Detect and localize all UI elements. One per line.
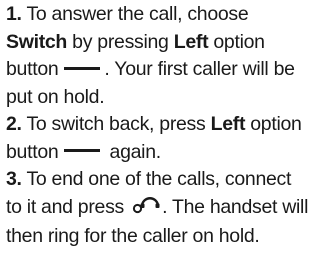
step-1-option: option: [213, 30, 265, 53]
step-2-number: 2.: [6, 113, 22, 135]
step-3-ring: then ring for the caller on hold.: [6, 225, 260, 247]
step-2-line-2: button again.: [6, 139, 334, 167]
step-1-number: 1.: [6, 3, 22, 25]
step-2-line-1: 2. To switch back, press Left option: [6, 111, 334, 139]
step-3: 3. To end one of the calls, connect to i…: [6, 166, 334, 251]
step-2-again: again.: [109, 140, 162, 163]
step-1-text: To answer the call, choose: [26, 3, 249, 25]
step-1-button: button: [6, 58, 59, 80]
step-1-line-2: Switch by pressing Left option: [6, 29, 334, 57]
end-call-key-icon: [131, 195, 161, 224]
step-3-number: 3.: [6, 168, 22, 190]
step-1-after-button: . Your first caller will be: [104, 58, 295, 80]
step-2-text: To switch back, press: [26, 113, 206, 135]
switch-keyword: Switch: [6, 30, 68, 53]
step-1-line-4: put on hold.: [6, 84, 334, 112]
step-3-after-icon: . The handset will: [162, 195, 309, 218]
step-3-line-1: 3. To end one of the calls, connect: [6, 166, 334, 194]
step-1-line-3: button . Your first caller will be: [6, 56, 334, 84]
step-2-button: button: [6, 140, 59, 163]
step-1: 1. To answer the call, choose Switch by …: [6, 1, 334, 111]
step-3-line-2: to it and press . The handset will: [6, 194, 334, 224]
step-1-line-1: 1. To answer the call, choose: [6, 1, 334, 29]
left-option-key-icon: [64, 149, 101, 153]
left-keyword: Left: [210, 113, 246, 135]
step-1-hold: put on hold.: [6, 85, 105, 108]
step-2: 2. To switch back, press Left option but…: [6, 111, 334, 166]
left-keyword: Left: [173, 30, 209, 53]
step-3-line-3: then ring for the caller on hold.: [6, 223, 334, 251]
instructions: 1. To answer the call, choose Switch by …: [6, 1, 334, 251]
step-3-text: To end one of the calls, connect: [26, 168, 292, 190]
step-1-by-pressing: by pressing: [72, 30, 169, 53]
step-3-to-it: to it and press: [6, 195, 124, 218]
step-2-option: option: [250, 113, 302, 135]
left-option-key-icon: [64, 66, 101, 70]
